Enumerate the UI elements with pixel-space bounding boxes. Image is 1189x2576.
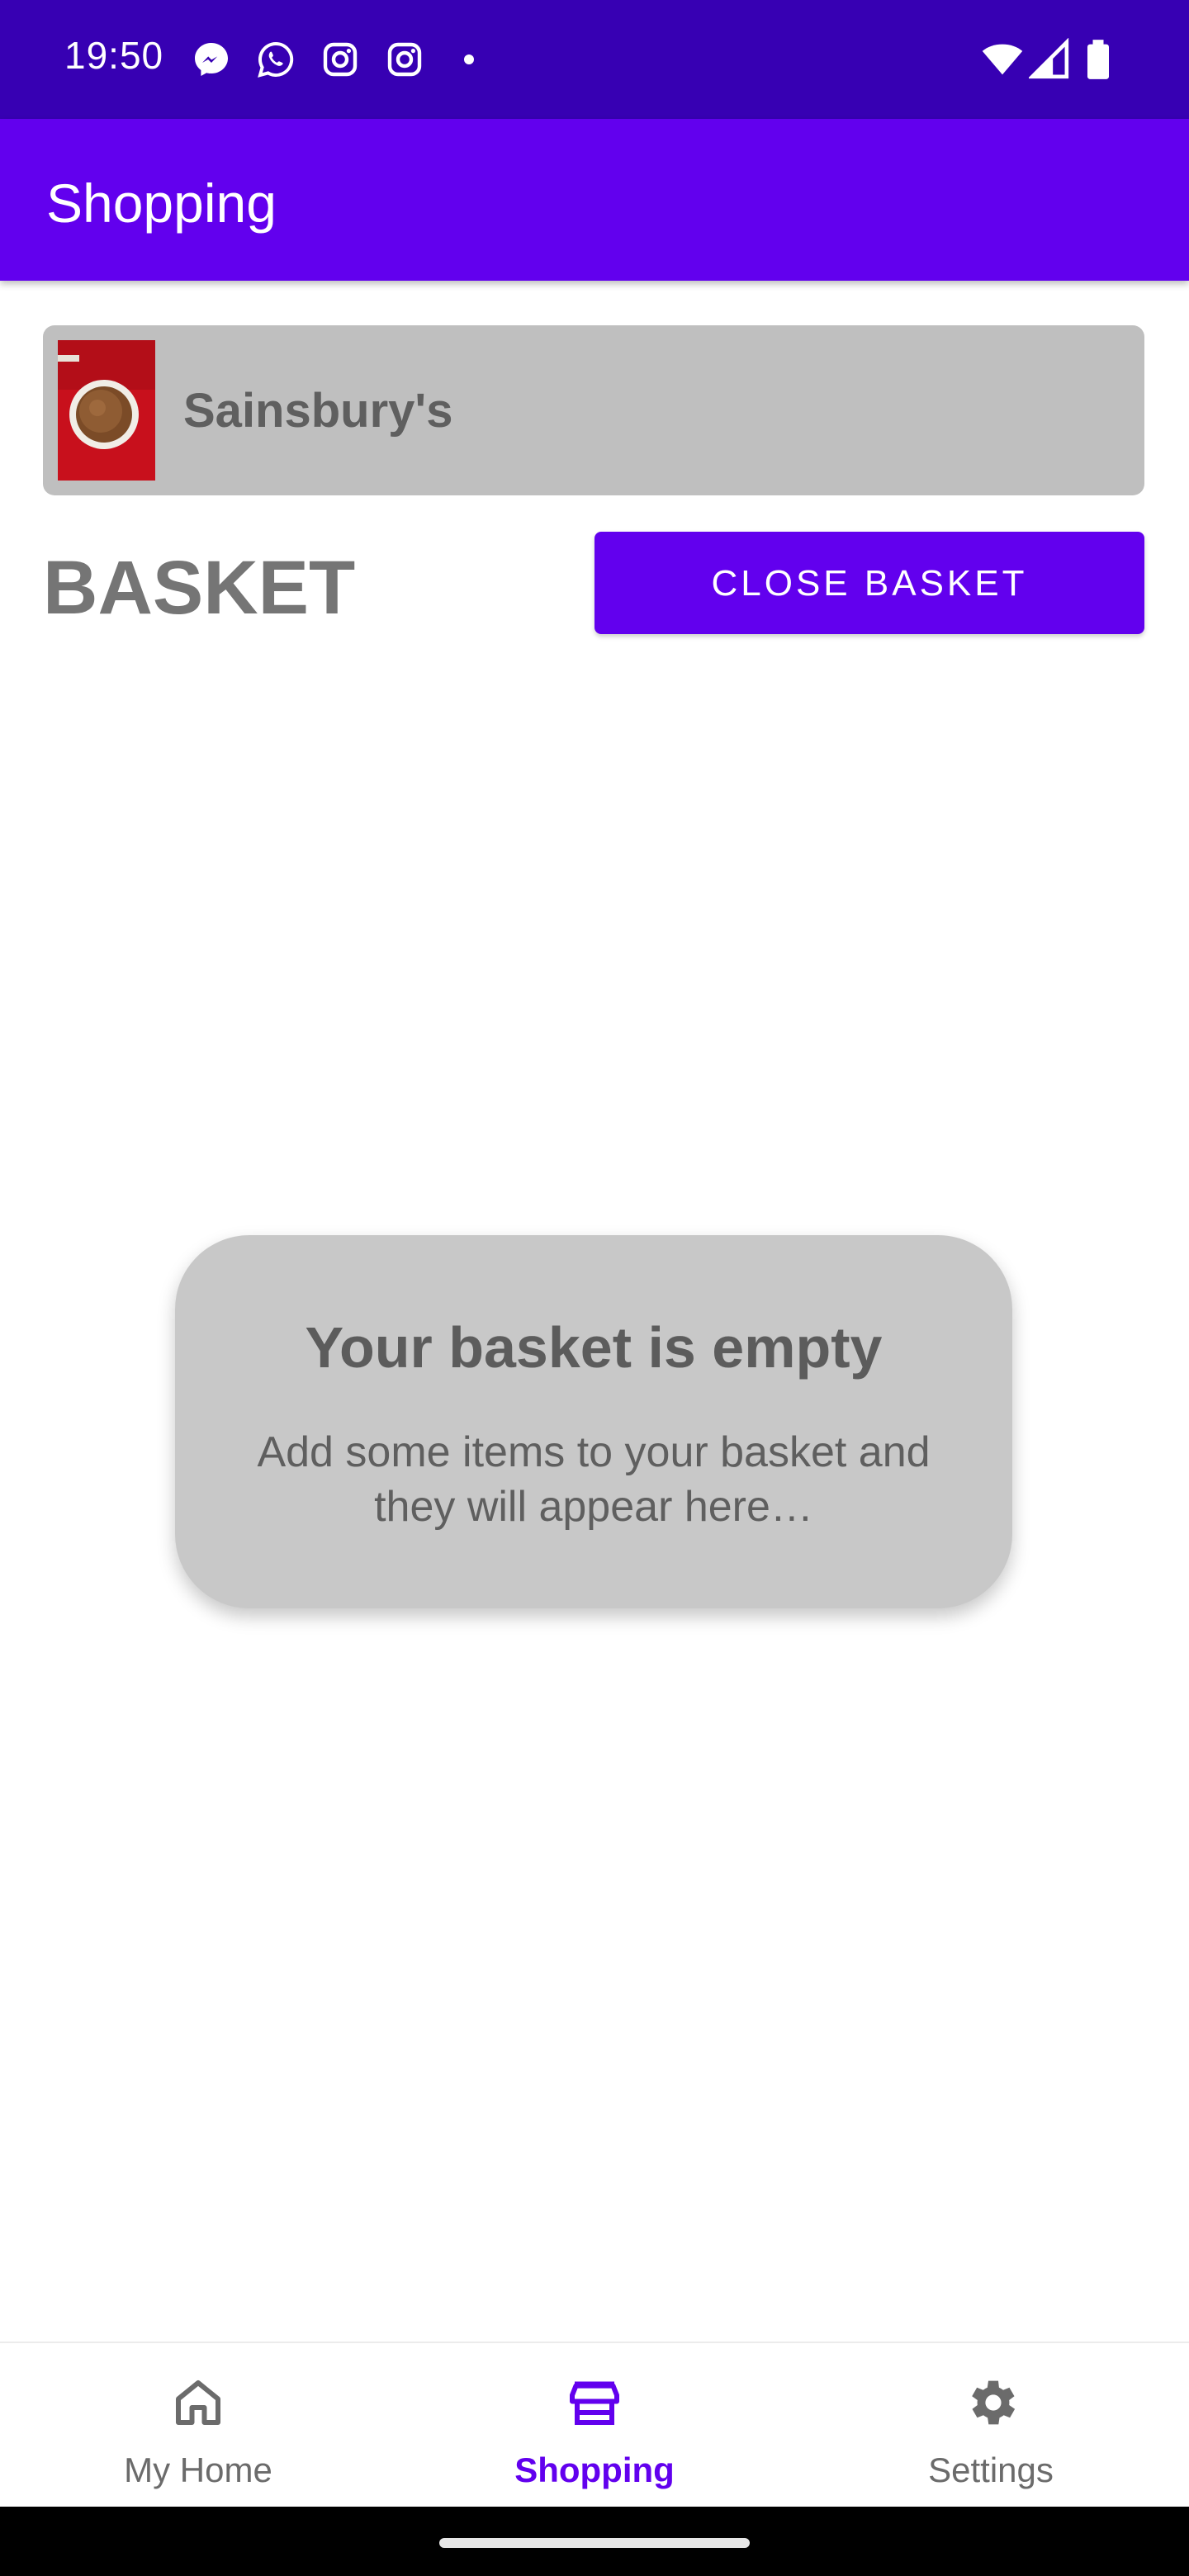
nav-label-my-home: My Home xyxy=(124,2451,272,2489)
store-card[interactable]: Sainsbury's xyxy=(43,325,1144,495)
messenger-icon xyxy=(195,43,228,76)
coffee-cup-image xyxy=(58,340,155,481)
store-icon xyxy=(570,2381,619,2425)
wifi-icon xyxy=(982,44,1023,75)
app-bar: Shopping xyxy=(0,119,1189,281)
store-name: Sainsbury's xyxy=(183,384,453,438)
basket-heading: BASKET xyxy=(43,546,356,630)
gear-icon xyxy=(972,2380,1016,2425)
store-thumbnail xyxy=(58,340,155,481)
status-bar: 19:50 xyxy=(0,0,1189,119)
home-gesture-handle[interactable] xyxy=(439,2538,750,2548)
home-icon xyxy=(176,2380,220,2425)
empty-state-message: Add some items to your basket and they w… xyxy=(257,1428,931,1531)
system-gesture-bar xyxy=(0,2507,1189,2576)
empty-basket-card: Your basket is empty Add some items to y… xyxy=(175,1235,1012,1608)
battery-icon xyxy=(1087,40,1109,79)
cellular-signal-icon xyxy=(1029,38,1069,79)
nav-item-my-home[interactable]: My Home xyxy=(0,2343,396,2508)
instagram-icon xyxy=(323,42,358,77)
nav-item-shopping[interactable]: Shopping xyxy=(396,2343,793,2508)
whatsapp-icon xyxy=(258,41,294,78)
nav-label-shopping: Shopping xyxy=(514,2451,675,2489)
instagram-icon xyxy=(387,42,422,77)
empty-state-title: Your basket is empty xyxy=(305,1315,883,1380)
more-notifications-dot xyxy=(464,54,474,64)
nav-label-settings: Settings xyxy=(928,2451,1054,2489)
page-title: Shopping xyxy=(46,173,277,234)
status-time: 19:50 xyxy=(64,34,164,77)
bottom-navigation: My Home Shopping Settings xyxy=(0,2342,1189,2508)
nav-item-settings[interactable]: Settings xyxy=(793,2343,1189,2508)
close-basket-button[interactable]: CLOSE BASKET xyxy=(594,532,1144,634)
